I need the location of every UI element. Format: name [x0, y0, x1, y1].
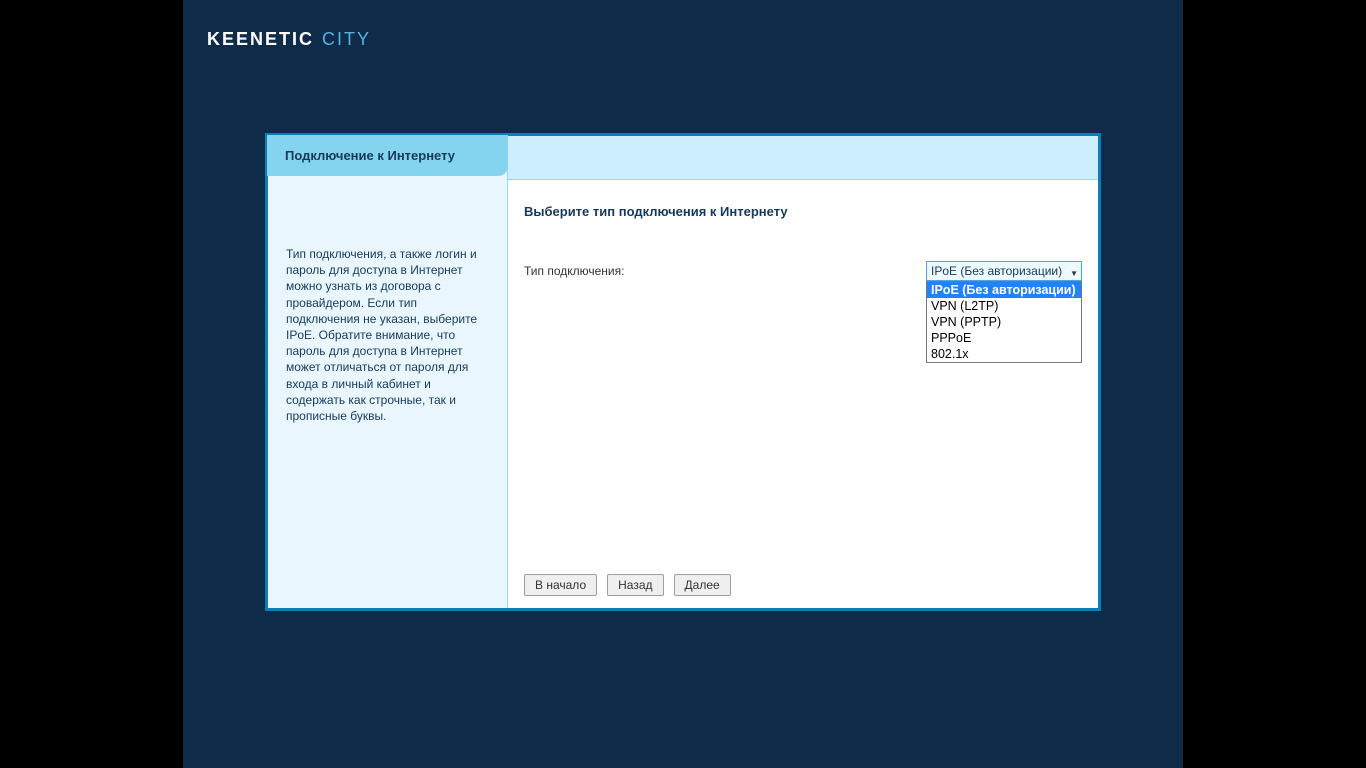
page-title: Выберите тип подключения к Интернету	[524, 204, 1082, 219]
brand: KEENETIC CITY	[183, 0, 1183, 48]
dropdown-option-pppoe[interactable]: PPPoE	[927, 330, 1081, 346]
sidebar: Подключение к Интернету Тип подключения,…	[268, 136, 508, 608]
dropdown-option-pptp[interactable]: VPN (PPTP)	[927, 314, 1081, 330]
connection-type-row: Тип подключения: IPoE (Без авторизации) …	[524, 261, 1082, 281]
connection-type-dropdown[interactable]: IPoE (Без авторизации) VPN (L2TP) VPN (P…	[926, 281, 1082, 363]
sidebar-help-text: Тип подключения, а также логин и пароль …	[268, 176, 507, 424]
connection-type-select[interactable]: IPoE (Без авторизации)	[926, 261, 1082, 281]
wizard-panel: Подключение к Интернету Тип подключения,…	[265, 133, 1101, 611]
connection-type-label: Тип подключения:	[524, 261, 624, 278]
dropdown-option-8021x[interactable]: 802.1x	[927, 346, 1081, 362]
home-button[interactable]: В начало	[524, 574, 597, 596]
app-frame: KEENETIC CITY Подключение к Интернету Тип…	[183, 0, 1183, 768]
brand-city: CITY	[322, 29, 371, 49]
brand-keenetic: KEENETIC	[207, 29, 314, 49]
dropdown-option-ipoe[interactable]: IPoE (Без авторизации)	[927, 282, 1081, 298]
next-button[interactable]: Далее	[674, 574, 731, 596]
sidebar-tab-connection[interactable]: Подключение к Интернету	[267, 135, 508, 176]
main-area: Выберите тип подключения к Интернету Тип…	[508, 136, 1098, 608]
wizard-buttons: В начало Назад Далее	[524, 574, 731, 596]
main-header-strip	[508, 136, 1098, 180]
main-body: Выберите тип подключения к Интернету Тип…	[508, 180, 1098, 608]
back-button[interactable]: Назад	[607, 574, 663, 596]
connection-type-select-wrap: IPoE (Без авторизации) IPoE (Без авториз…	[926, 261, 1082, 281]
dropdown-option-l2tp[interactable]: VPN (L2TP)	[927, 298, 1081, 314]
